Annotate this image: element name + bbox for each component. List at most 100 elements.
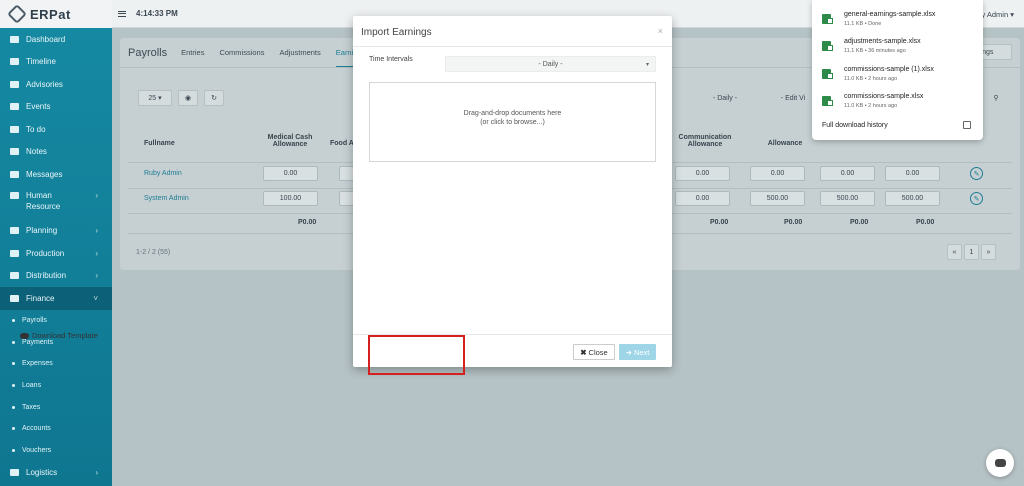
pager-next-button[interactable]: » bbox=[981, 244, 996, 260]
download-template-button[interactable]: Download Template bbox=[20, 331, 98, 340]
sidebar-subitem-expenses[interactable]: Expenses bbox=[0, 353, 112, 375]
chevron-right-icon: › bbox=[95, 271, 98, 281]
modal-title: Import Earnings bbox=[361, 27, 432, 38]
allowance-input[interactable]: 0.00 bbox=[820, 166, 875, 181]
sidebar-subitem-vouchers[interactable]: Vouchers bbox=[0, 440, 112, 462]
sidebar-subitem-payrolls[interactable]: Payrolls bbox=[0, 310, 112, 332]
arrow-circle-right-icon: ➜ bbox=[625, 347, 632, 357]
allowance-input[interactable]: 500.00 bbox=[885, 191, 940, 206]
sidebar-subitem-label: Vouchers bbox=[22, 446, 52, 454]
chevron-right-icon: › bbox=[95, 190, 98, 200]
sidebar-item-dashboard[interactable]: Dashboard bbox=[0, 28, 112, 51]
hamburger-menu-icon[interactable] bbox=[118, 10, 126, 17]
medical-input[interactable]: 0.00 bbox=[263, 166, 318, 181]
time-intervals-select[interactable]: - Daily - ▾ bbox=[445, 56, 656, 72]
logo-mark-icon bbox=[7, 4, 27, 24]
tab-entries[interactable]: Entries bbox=[181, 48, 204, 57]
tab-adjustments[interactable]: Adjustments bbox=[279, 48, 320, 57]
highlight-box bbox=[368, 335, 465, 375]
close-button[interactable]: ✖ Close bbox=[573, 344, 615, 360]
sidebar-item-human-resource[interactable]: Human Resource › bbox=[0, 186, 112, 220]
column-header-fullname[interactable]: Fullname bbox=[144, 140, 175, 147]
refresh-icon[interactable]: ↻ bbox=[204, 90, 224, 106]
sidebar-item-logistics[interactable]: Logistics › bbox=[0, 461, 112, 484]
download-item[interactable]: commissions-sample.xlsx 11.0 KB • 2 hour… bbox=[822, 93, 972, 115]
tab-earnings[interactable]: Earni bbox=[335, 48, 354, 67]
pager-prev-button[interactable]: « bbox=[947, 244, 962, 260]
close-icon[interactable]: × bbox=[658, 26, 663, 36]
download-item[interactable]: adjustments-sample.xlsx 11.1 KB • 36 min… bbox=[822, 38, 972, 60]
bullet-icon bbox=[12, 318, 15, 322]
sidebar-item-label: Messages bbox=[26, 169, 63, 179]
timeline-icon bbox=[10, 58, 19, 66]
download-item[interactable]: general-earnings-sample.xlsx 11.1 KB • D… bbox=[822, 11, 972, 33]
column-header-medical[interactable]: Medical Cash Allowance bbox=[260, 134, 320, 148]
pencil-icon[interactable]: ✎ bbox=[970, 167, 983, 180]
row-fullname-link[interactable]: System Admin bbox=[144, 195, 189, 202]
users-icon bbox=[10, 191, 19, 199]
sidebar-item-production[interactable]: Production › bbox=[0, 242, 112, 265]
download-item[interactable]: commissions-sample (1).xlsx 11.0 KB • 2 … bbox=[822, 66, 972, 88]
sidebar-item-planning[interactable]: Planning › bbox=[0, 220, 112, 243]
edit-view-select[interactable]: - Edit Vi bbox=[768, 90, 818, 106]
excel-file-icon bbox=[822, 96, 833, 106]
file-dropzone[interactable]: Drag-and-drop documents here (or click t… bbox=[369, 82, 656, 162]
daily-filter-select[interactable]: - Daily - bbox=[690, 90, 760, 106]
sidebar-item-timeline[interactable]: Timeline bbox=[0, 51, 112, 74]
allowance-input[interactable]: 500.00 bbox=[820, 191, 875, 206]
row-fullname-link[interactable]: Ruby Admin bbox=[144, 170, 182, 177]
allowance-input[interactable]: 500.00 bbox=[750, 191, 805, 206]
communication-input[interactable]: 0.00 bbox=[675, 166, 730, 181]
sidebar-subitem-loans[interactable]: Loans bbox=[0, 375, 112, 397]
total-allowance: P0.00 bbox=[850, 219, 869, 226]
sidebar-subitem-label: Accounts bbox=[22, 425, 51, 433]
allowance-input[interactable]: 0.00 bbox=[885, 166, 940, 181]
download-meta: 11.1 KB • 36 minutes ago bbox=[844, 48, 906, 54]
excel-file-icon bbox=[822, 41, 833, 51]
tab-commissions[interactable]: Commissions bbox=[219, 48, 264, 57]
sidebar-item-label: Human Resource bbox=[26, 190, 61, 211]
sidebar-item-finance[interactable]: Finance ˅ bbox=[0, 287, 112, 310]
pager-page-button[interactable]: 1 bbox=[964, 244, 979, 260]
sidebar-item-notes[interactable]: Notes bbox=[0, 141, 112, 164]
sidebar-item-label: Advisories bbox=[26, 79, 63, 89]
dropzone-subtext: (or click to browse...) bbox=[480, 119, 545, 126]
bullet-icon bbox=[12, 448, 15, 452]
sidebar-item-label: Logistics bbox=[26, 468, 58, 478]
total-medical: P0.00 bbox=[298, 219, 317, 226]
pencil-icon[interactable]: ✎ bbox=[970, 192, 983, 205]
sidebar-item-messages[interactable]: Messages bbox=[0, 163, 112, 186]
eye-slash-icon[interactable]: ◉ bbox=[178, 90, 198, 106]
total-communication: P0.00 bbox=[710, 219, 729, 226]
next-button[interactable]: ➜ Next bbox=[619, 344, 656, 360]
chat-bubble-icon bbox=[994, 459, 1006, 467]
medical-input[interactable]: 100.00 bbox=[263, 191, 318, 206]
logo[interactable]: ERPat bbox=[0, 0, 112, 28]
external-link-icon[interactable] bbox=[963, 121, 971, 129]
pagination-info: 1-2 / 2 (55) bbox=[136, 249, 171, 256]
user-menu[interactable]: y Admin ▾ bbox=[981, 10, 1014, 19]
bullet-icon bbox=[12, 427, 15, 431]
sidebar-subitem-accounts[interactable]: Accounts bbox=[0, 418, 112, 440]
close-button-label: Close bbox=[588, 347, 608, 357]
column-header-food[interactable]: Food A bbox=[330, 140, 354, 147]
page-size-select[interactable]: 25 ▾ bbox=[138, 90, 172, 106]
search-icon[interactable]: ⚲ bbox=[986, 90, 1006, 106]
clock-text: 4:14:33 PM bbox=[136, 9, 178, 18]
allowance-input[interactable]: 0.00 bbox=[750, 166, 805, 181]
sidebar-item-events[interactable]: Events bbox=[0, 96, 112, 119]
sidebar-item-todo[interactable]: To do bbox=[0, 118, 112, 141]
sidebar-item-label: Notes bbox=[26, 147, 47, 157]
download-template-label: Download Template bbox=[32, 331, 98, 340]
column-header-allowance[interactable]: Allowance bbox=[760, 140, 810, 147]
sidebar-item-advisories[interactable]: Advisories bbox=[0, 73, 112, 96]
chevron-down-icon: ▾ bbox=[645, 61, 649, 68]
column-header-communication[interactable]: Communication Allowance bbox=[670, 134, 740, 148]
full-download-history-link[interactable]: Full download history bbox=[822, 122, 888, 129]
communication-input[interactable]: 0.00 bbox=[675, 191, 730, 206]
chat-button[interactable] bbox=[986, 449, 1014, 477]
briefcase-icon bbox=[10, 227, 19, 235]
bullet-icon bbox=[12, 362, 15, 366]
sidebar-item-distribution[interactable]: Distribution › bbox=[0, 265, 112, 288]
sidebar-subitem-taxes[interactable]: Taxes bbox=[0, 396, 112, 418]
